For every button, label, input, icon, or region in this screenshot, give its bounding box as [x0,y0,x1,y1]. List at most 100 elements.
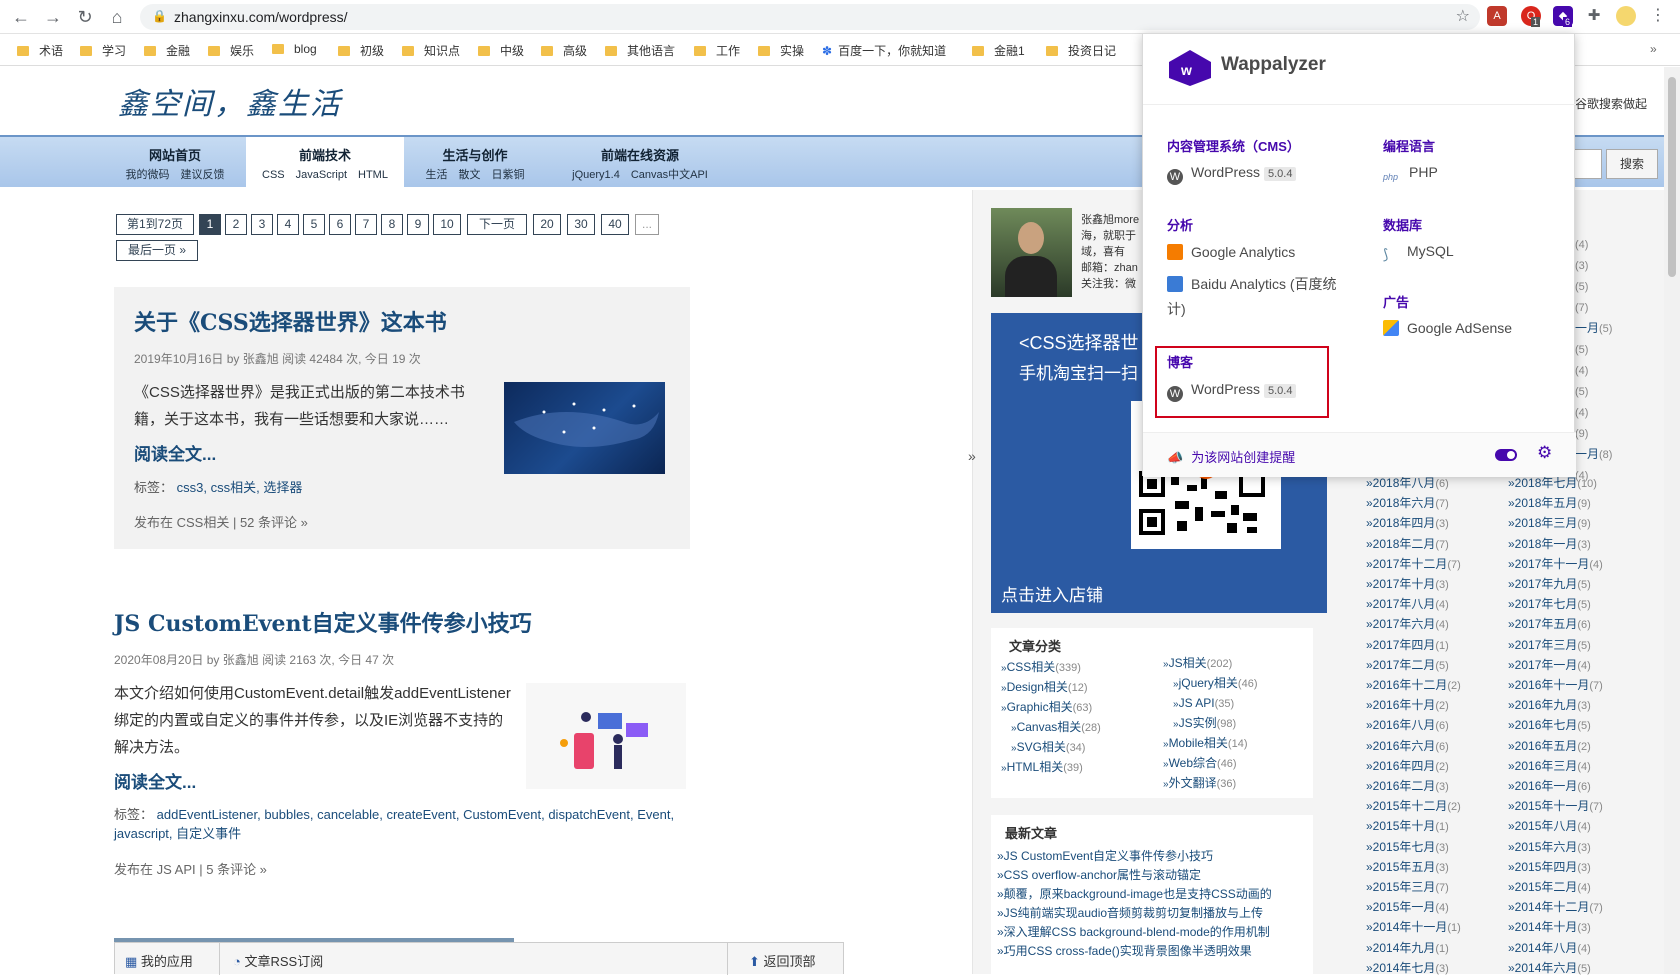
archive-link[interactable]: (4) [1575,402,1612,423]
page-link[interactable]: 40 [601,214,629,235]
create-alert-link[interactable]: 📣 为该网站创建提醒 [1167,447,1295,466]
page-link[interactable]: 8 [381,214,403,235]
archive-link[interactable]: »2018年四月(3) [1366,514,1461,534]
archive-link[interactable]: »2017年五月(6) [1508,615,1603,635]
puzzle-icon[interactable]: ✚ [1584,6,1604,26]
bookmark-folder[interactable]: 其他语言 [605,42,675,59]
tech-wordpress[interactable]: W WordPress 5.0.4 [1167,164,1297,185]
tech-google-analytics[interactable]: Google Analytics [1167,244,1295,260]
archive-link[interactable]: »2017年八月(4) [1366,595,1461,615]
rss-button[interactable]: ◔ 文章RSS订阅 [233,951,323,970]
archive-link[interactable]: »2018年一月(3) [1508,535,1603,555]
bookmark-folder[interactable]: 初级 [338,42,384,59]
category-link[interactable]: »Mobile相关(14) [1163,734,1257,754]
archive-link[interactable]: »2014年十月(3) [1508,918,1603,938]
archive-link[interactable]: »2014年六月(5) [1508,959,1603,979]
nav-home[interactable]: 网站首页 我的微码 建议反馈 [110,137,240,187]
archive-link[interactable]: »2017年四月(1) [1366,636,1461,656]
collapse-arrow-icon[interactable]: » [968,448,976,464]
category-link[interactable]: »HTML相关(39) [1001,758,1101,778]
archive-link[interactable]: »2018年六月(7) [1366,494,1461,514]
archive-link[interactable]: »2014年十一月(1) [1366,918,1461,938]
back-icon[interactable]: ← [10,6,32,28]
recent-post-link[interactable]: »深入理解CSS background-blend-mode的作用机制 [997,923,1313,942]
menu-icon[interactable]: ⋮ [1648,6,1668,26]
tech-baidu-analytics[interactable]: Baidu Analytics (百度统计) [1167,272,1347,322]
archive-link[interactable]: »2016年十月(2) [1366,696,1461,716]
archive-link[interactable]: »2016年十二月(2) [1366,676,1461,696]
bookmark-baidu[interactable]: ✽ 百度一下，你就知道 [822,42,946,59]
post-thumbnail[interactable] [504,382,665,474]
bookmark-folder[interactable]: 金融1 [972,42,1025,59]
category-link[interactable]: »JS API(35) [1163,694,1257,714]
archive-link[interactable]: »2015年一月(4) [1366,898,1461,918]
archive-link[interactable]: »2016年三月(4) [1508,757,1603,777]
category-link[interactable]: »JS实例(98) [1163,714,1257,734]
page-link[interactable]: 30 [567,214,595,235]
forward-icon[interactable]: → [42,6,64,28]
settings-gear-icon[interactable]: ⚙ [1537,443,1552,463]
archive-link[interactable]: »2016年一月(6) [1508,777,1603,797]
pdf-extension-icon[interactable]: A [1487,6,1507,26]
bookmark-folder[interactable]: 中级 [478,42,524,59]
recent-post-link[interactable]: »JS CustomEvent自定义事件传参小技巧 [997,847,1313,866]
archive-link[interactable]: »2017年十二月(7) [1366,555,1461,575]
archive-link[interactable]: (5) [1575,339,1612,360]
archive-link[interactable]: »2017年六月(4) [1366,615,1461,635]
reload-icon[interactable]: ↻ [74,6,96,28]
bookmark-star-icon[interactable]: ☆ [1456,6,1470,26]
archive-link[interactable]: (5) [1575,276,1612,297]
post-category[interactable]: 发布在 JS API | 5 条评论 » [114,859,267,878]
bookmark-folder[interactable]: 娱乐 [208,42,254,59]
nav-life[interactable]: 生活与创作 生活 散文 日紫铜 [410,137,540,187]
page-scrollbar[interactable] [1664,67,1680,974]
archive-link[interactable]: »2015年七月(3) [1366,838,1461,858]
archive-link[interactable]: »2016年二月(3) [1366,777,1461,797]
archive-link[interactable]: »2015年十一月(7) [1508,797,1603,817]
bookmark-folder[interactable]: 实操 [758,42,804,59]
tech-php[interactable]: php PHP [1383,164,1438,185]
archive-link[interactable]: (3) [1575,255,1612,276]
post-title[interactable]: JS CustomEvent自定义事件传参小技巧 [114,606,532,638]
category-link[interactable]: »CSS相关(339) [1001,658,1101,678]
post-category[interactable]: 发布在 CSS相关 | 52 条评论 » [134,512,308,531]
archive-link[interactable]: »2018年七月(10) [1508,474,1603,494]
nav-frontend[interactable]: 前端技术 CSS JavaScript HTML [246,137,404,187]
tech-google-adsense[interactable]: Google AdSense [1383,320,1512,336]
archive-link[interactable]: »2018年五月(9) [1508,494,1603,514]
nav-resources[interactable]: 前端在线资源 jQuery1.4 Canvas中文API [560,137,720,187]
archive-link[interactable]: »2015年四月(3) [1508,858,1603,878]
recent-post-link[interactable]: »CSS overflow-anchor属性与滚动锚定 [997,866,1313,885]
read-more-link[interactable]: 阅读全文... [134,440,216,465]
archive-link[interactable]: »2015年十月(1) [1366,817,1461,837]
bookmark-folder[interactable]: 术语 [17,42,63,59]
archive-link[interactable]: »2018年二月(7) [1366,535,1461,555]
archive-link[interactable]: »2015年六月(3) [1508,838,1603,858]
post-title[interactable]: 关于《CSS选择器世界》这本书 [134,305,447,337]
scrollbar-thumb[interactable] [1668,77,1676,277]
ad-shop-link[interactable]: 点击进入店铺 [1001,581,1103,606]
page-link[interactable]: 20 [533,214,561,235]
archive-link[interactable]: (9) [1575,423,1612,444]
post-thumbnail[interactable] [526,683,686,789]
my-apps-button[interactable]: ▦ 我的应用 [125,951,193,970]
archive-link[interactable]: »2017年三月(5) [1508,636,1603,656]
archive-link[interactable]: »2014年七月(3) [1366,959,1461,979]
avatar[interactable] [1616,6,1636,26]
archive-link[interactable]: »2014年八月(4) [1508,939,1603,959]
archive-link[interactable]: »2016年七月(5) [1508,716,1603,736]
category-link[interactable]: »JS相关(202) [1163,654,1257,674]
bookmark-folder[interactable]: 工作 [694,42,740,59]
page-link[interactable]: 7 [355,214,377,235]
archive-link[interactable]: »2016年四月(2) [1366,757,1461,777]
archive-link[interactable]: »2017年二月(5) [1366,656,1461,676]
archive-link[interactable]: »2017年十一月(4) [1508,555,1603,575]
category-link[interactable]: »Graphic相关(63) [1001,698,1101,718]
page-link[interactable]: 4 [277,214,299,235]
archive-link[interactable]: (4) [1575,360,1612,381]
recent-post-link[interactable]: »JS纯前端实现audio音频剪裁剪切复制播放与上传 [997,904,1313,923]
archive-link[interactable]: »2016年八月(6) [1366,716,1461,736]
url-text[interactable]: zhangxinxu.com/wordpress/ [174,9,348,25]
archive-link[interactable]: »2017年九月(5) [1508,575,1603,595]
bookmark-folder[interactable]: blog [272,42,317,56]
